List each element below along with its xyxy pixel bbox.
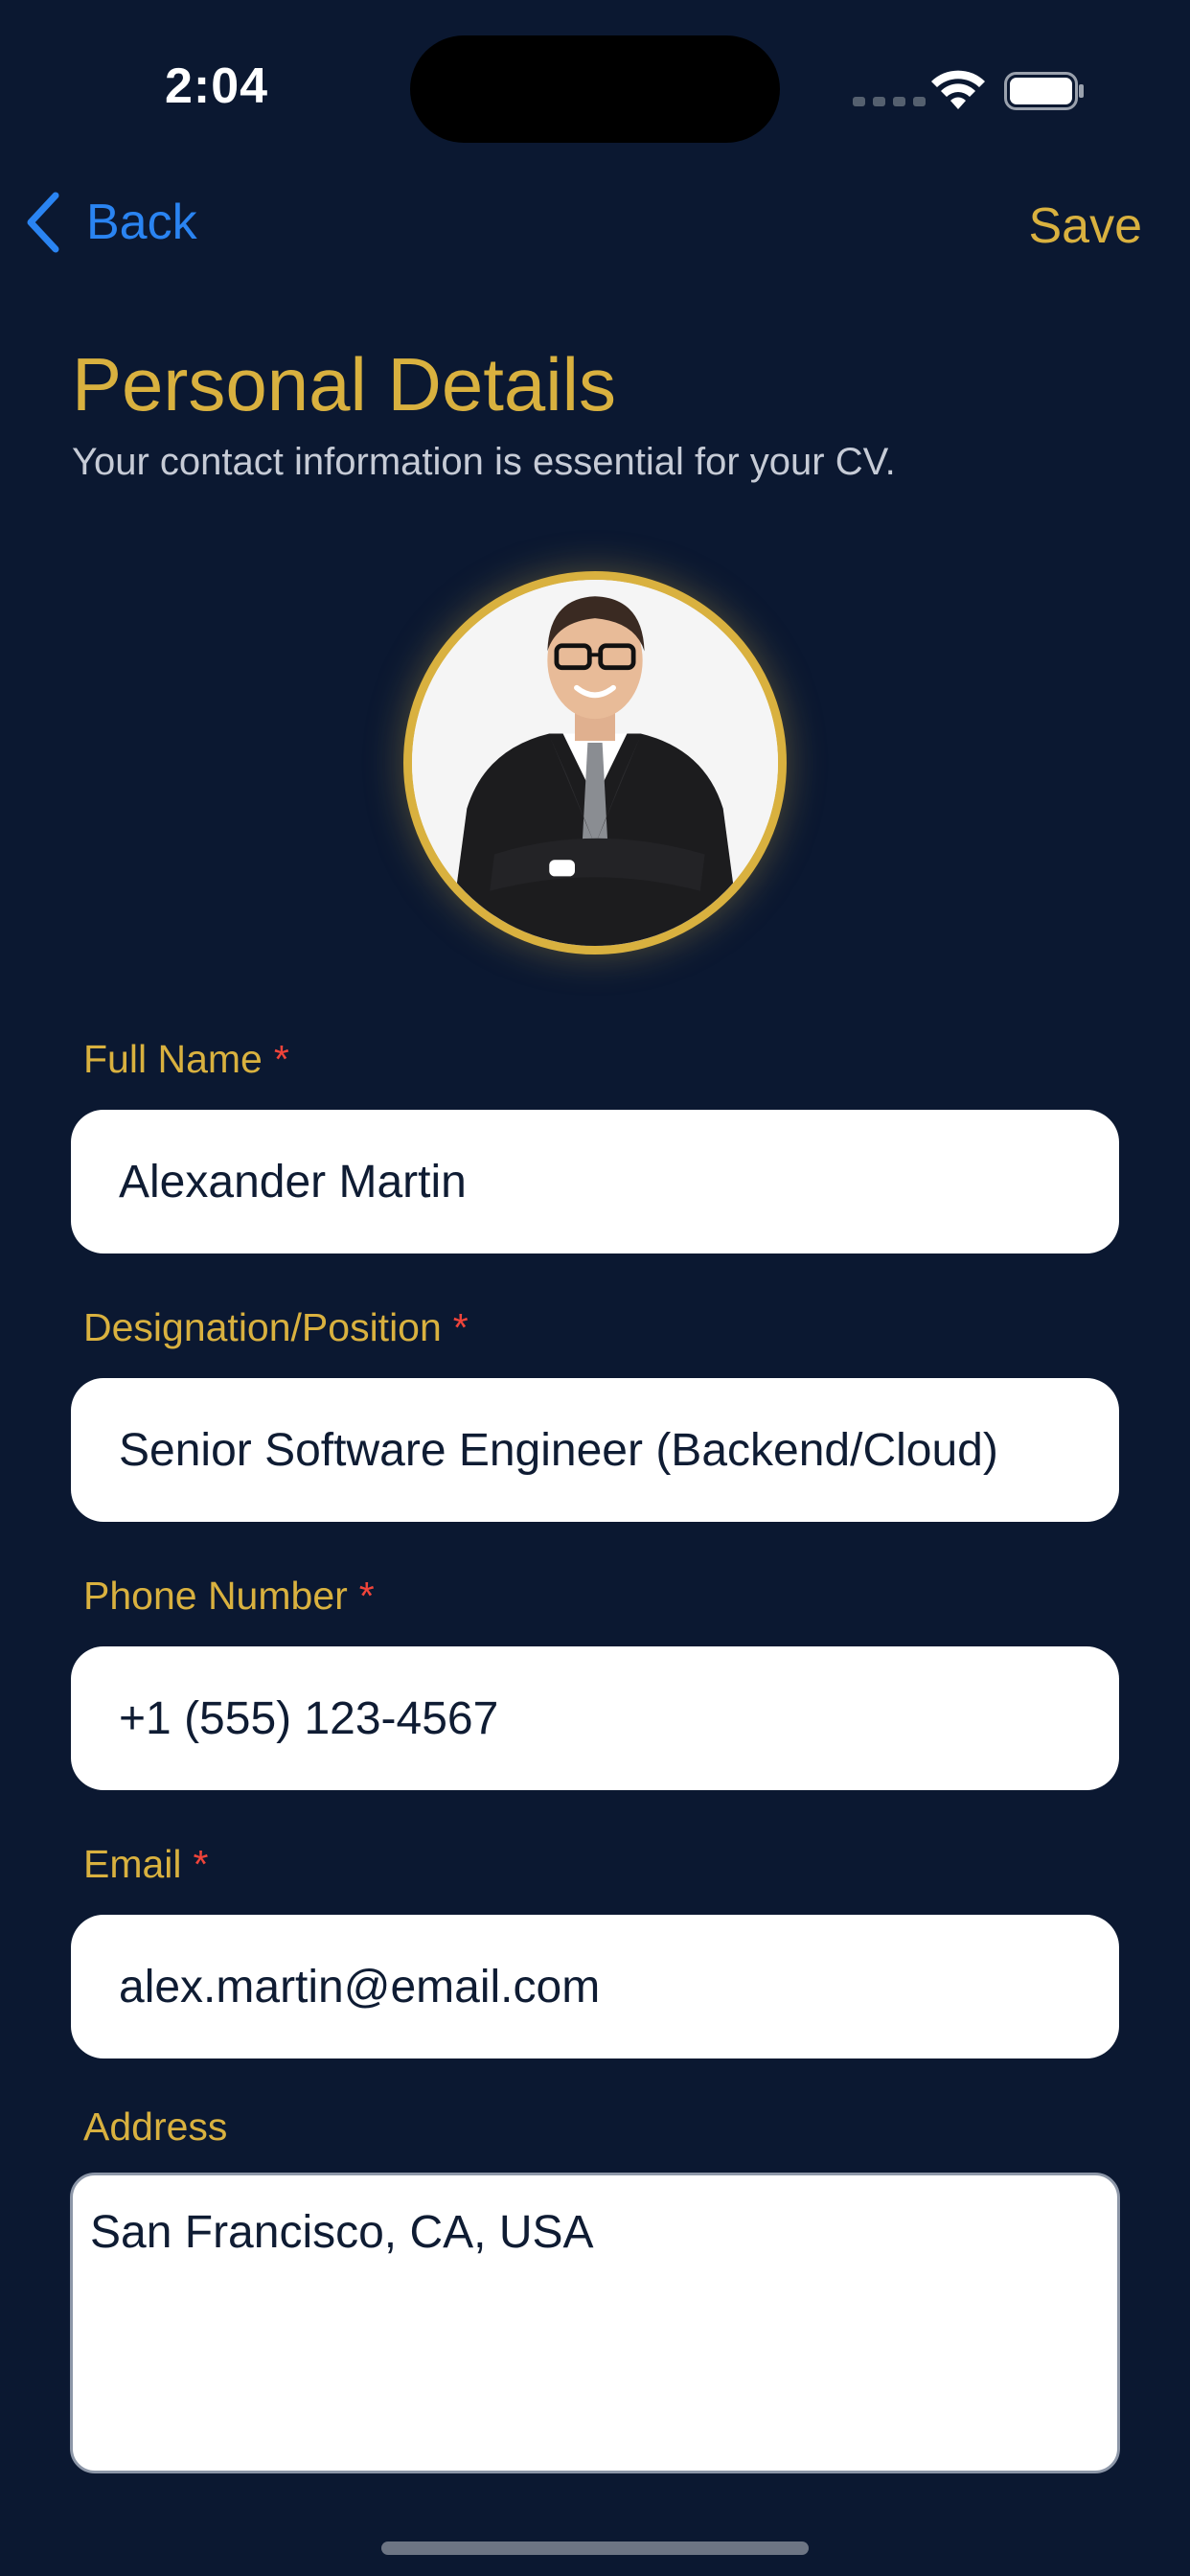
battery-icon: [1004, 72, 1084, 110]
page-title: Personal Details: [72, 342, 616, 426]
address-textarea[interactable]: San Francisco, CA, USA: [70, 2173, 1120, 2473]
required-marker: *: [452, 1305, 469, 1349]
phone-number-field[interactable]: +1 (555) 123-4567: [71, 1646, 1119, 1790]
phone-number-label: Phone Number *: [83, 1574, 375, 1618]
designation-label: Designation/Position *: [83, 1305, 469, 1349]
email-label: Email *: [83, 1842, 209, 1886]
save-button[interactable]: Save: [1028, 197, 1142, 255]
personal-details-screen: 2:04 Back Save Personal Details Your con…: [0, 0, 1190, 2576]
full-name-label: Full Name *: [83, 1037, 289, 1081]
cellular-signal-icon: [853, 97, 926, 106]
back-button[interactable]: Back: [25, 192, 197, 253]
wifi-icon: [931, 70, 985, 109]
required-marker: *: [358, 1574, 375, 1618]
required-marker: *: [193, 1842, 209, 1886]
status-time: 2:04: [165, 58, 269, 114]
back-button-label: Back: [86, 195, 197, 250]
chevron-left-icon: [27, 192, 59, 253]
dynamic-island: [410, 35, 780, 143]
page-subtitle: Your contact information is essential fo…: [72, 441, 896, 483]
required-marker: *: [273, 1037, 289, 1081]
designation-field[interactable]: Senior Software Engineer (Backend/Cloud): [71, 1378, 1119, 1522]
profile-photo[interactable]: [403, 571, 787, 954]
profile-photo-image: [412, 580, 778, 946]
email-field[interactable]: alex.martin@email.com: [71, 1915, 1119, 2058]
home-indicator: [381, 2542, 809, 2555]
full-name-field[interactable]: Alexander Martin: [71, 1110, 1119, 1254]
address-label: Address: [83, 2104, 228, 2149]
